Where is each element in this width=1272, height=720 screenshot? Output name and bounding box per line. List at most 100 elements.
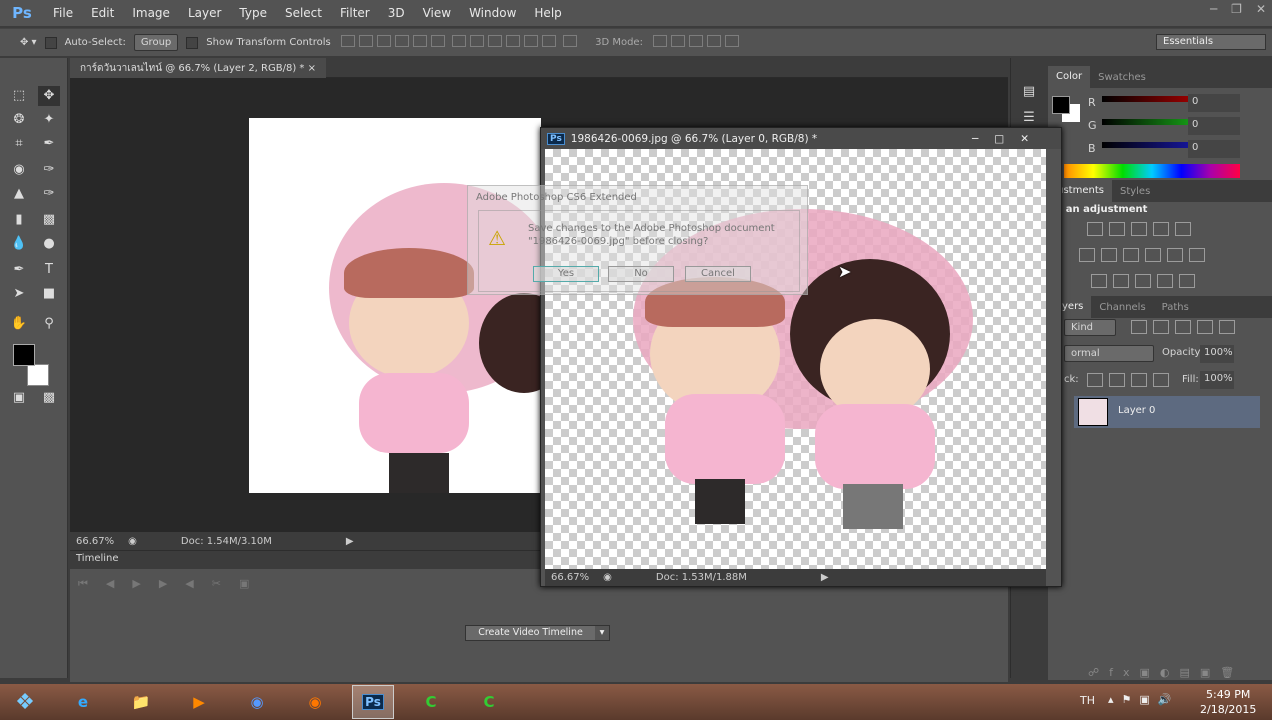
- lasso-tool-icon[interactable]: ❂: [8, 110, 30, 130]
- tab-swatches[interactable]: Swatches: [1090, 72, 1154, 83]
- lock-icons[interactable]: [1084, 373, 1172, 390]
- background-color-swatch[interactable]: [27, 364, 49, 386]
- menu-layer[interactable]: Layer: [179, 6, 230, 20]
- menu-help[interactable]: Help: [525, 6, 570, 20]
- tray-icons[interactable]: ▴⚑▣🔊: [1108, 693, 1179, 706]
- blend-mode-select[interactable]: ormal: [1064, 345, 1154, 362]
- menu-3d[interactable]: 3D: [379, 6, 414, 20]
- history-brush-icon[interactable]: ✑: [38, 184, 60, 204]
- tab-color[interactable]: Color: [1048, 66, 1091, 88]
- floating-window-controls[interactable]: ─□✕: [972, 133, 1045, 145]
- status-menu-icon[interactable]: ◉: [128, 536, 137, 547]
- floating-window-titlebar[interactable]: Ps 1986426-0069.jpg @ 66.7% (Layer 0, RG…: [541, 128, 1061, 149]
- b-value[interactable]: 0: [1188, 140, 1240, 158]
- status-arrow-icon[interactable]: ▶: [346, 536, 354, 547]
- close-tab-icon[interactable]: ×: [308, 63, 316, 74]
- firefox-icon[interactable]: ◉: [294, 685, 336, 719]
- layer-footer-icons[interactable]: ☍fx▣◐▤▣🗑: [1088, 666, 1244, 679]
- r-value[interactable]: 0: [1188, 94, 1240, 112]
- camtasia-recorder-icon[interactable]: C: [468, 685, 510, 719]
- adjustment-icons-row1[interactable]: [1084, 222, 1194, 239]
- chevron-down-icon[interactable]: ▾: [595, 626, 609, 640]
- g-value[interactable]: 0: [1188, 117, 1240, 135]
- language-indicator[interactable]: TH: [1080, 694, 1095, 707]
- media-player-icon[interactable]: ▶: [178, 685, 220, 719]
- blur-icon[interactable]: 💧: [8, 234, 30, 254]
- color-fg-swatch[interactable]: [1052, 96, 1070, 114]
- dodge-icon[interactable]: ●: [38, 234, 60, 254]
- status-menu-icon[interactable]: ◉: [603, 572, 612, 583]
- screen-mode-icon[interactable]: ▩: [38, 388, 60, 408]
- menu-image[interactable]: Image: [123, 6, 179, 20]
- path-select-icon[interactable]: ➤: [8, 284, 30, 304]
- document-tab[interactable]: การ์ดวันวาเลนไทน์ @ 66.7% (Layer 2, RGB/…: [70, 58, 326, 78]
- menu-window[interactable]: Window: [460, 6, 525, 20]
- color-spectrum-bar[interactable]: [1064, 164, 1240, 178]
- properties-panel-icon[interactable]: ☰: [1018, 108, 1040, 128]
- tab-styles[interactable]: Styles: [1112, 186, 1158, 197]
- crop-tool-icon[interactable]: ⌗: [8, 134, 30, 154]
- yes-button[interactable]: Yes: [533, 266, 599, 282]
- show-transform-checkbox[interactable]: [186, 36, 199, 49]
- gradient-icon[interactable]: ▩: [38, 210, 60, 230]
- 3d-mode-label: 3D Mode:: [595, 37, 643, 48]
- menu-filter[interactable]: Filter: [331, 6, 379, 20]
- clock[interactable]: 5:49 PM 2/18/2015: [1200, 687, 1256, 717]
- menu-select[interactable]: Select: [276, 6, 331, 20]
- menu-file[interactable]: File: [44, 6, 82, 20]
- restore-icon[interactable]: ❐: [1231, 2, 1242, 16]
- clone-stamp-icon[interactable]: ▲: [8, 184, 30, 204]
- photoshop-taskbar-icon[interactable]: Ps: [352, 685, 394, 719]
- move-tool-icon[interactable]: ✥: [38, 86, 60, 106]
- window-controls: ─ ❐ ✕: [1210, 2, 1266, 16]
- no-button[interactable]: No: [608, 266, 674, 282]
- layer-filter-icons[interactable]: [1128, 320, 1238, 337]
- document-canvas[interactable]: [249, 118, 541, 493]
- layer-row[interactable]: Layer 0: [1074, 396, 1260, 428]
- auto-select-checkbox[interactable]: [44, 36, 57, 49]
- 3d-mode-icons[interactable]: [651, 35, 741, 50]
- eyedropper-icon[interactable]: ✒: [38, 134, 60, 154]
- zoom-level[interactable]: 66.67%: [76, 536, 114, 547]
- adjustment-icons-row3[interactable]: [1088, 274, 1198, 291]
- create-video-timeline-button[interactable]: Create Video Timeline ▾: [465, 625, 610, 641]
- tab-channels[interactable]: Channels: [1091, 302, 1153, 313]
- group-select[interactable]: Group: [133, 34, 179, 51]
- pen-tool-icon[interactable]: ✒: [8, 260, 30, 280]
- zoom-level[interactable]: 66.67%: [551, 572, 589, 583]
- opacity-input[interactable]: 100%: [1200, 345, 1234, 363]
- brush-tool-icon[interactable]: ✑: [38, 160, 60, 180]
- cancel-button[interactable]: Cancel: [685, 266, 751, 282]
- menu-type[interactable]: Type: [230, 6, 276, 20]
- layer-name[interactable]: Layer 0: [1118, 405, 1155, 416]
- layer-kind-filter[interactable]: Kind: [1064, 319, 1116, 336]
- history-panel-icon[interactable]: ▤: [1018, 82, 1040, 102]
- document-tab-title: การ์ดวันวาเลนไทน์ @ 66.7% (Layer 2, RGB/…: [80, 63, 305, 74]
- menu-edit[interactable]: Edit: [82, 6, 123, 20]
- minimize-icon[interactable]: ─: [1210, 2, 1217, 16]
- align-icons[interactable]: [339, 35, 579, 50]
- marquee-tool-icon[interactable]: ⬚: [8, 86, 30, 106]
- healing-brush-icon[interactable]: ◉: [8, 160, 30, 180]
- camtasia-icon[interactable]: C: [410, 685, 452, 719]
- zoom-tool-icon[interactable]: ⚲: [38, 314, 60, 334]
- hand-tool-icon[interactable]: ✋: [8, 314, 30, 334]
- status-arrow-icon[interactable]: ▶: [821, 572, 829, 583]
- start-button-icon[interactable]: ❖: [4, 685, 46, 719]
- tab-paths[interactable]: Paths: [1154, 302, 1197, 313]
- explorer-icon[interactable]: 📁: [120, 685, 162, 719]
- rectangle-tool-icon[interactable]: ■: [38, 284, 60, 304]
- eraser-icon[interactable]: ▮: [8, 210, 30, 230]
- ie-icon[interactable]: e: [62, 685, 104, 719]
- workspace-select[interactable]: Essentials: [1156, 34, 1266, 50]
- menu-view[interactable]: View: [414, 6, 460, 20]
- fill-input[interactable]: 100%: [1200, 371, 1234, 389]
- quick-mask-icon[interactable]: ▣: [8, 388, 30, 408]
- hp-icon[interactable]: ◉: [236, 685, 278, 719]
- foreground-color-swatch[interactable]: [13, 344, 35, 366]
- adjustment-icons-row2[interactable]: [1076, 248, 1208, 265]
- close-icon[interactable]: ✕: [1256, 2, 1266, 16]
- type-tool-icon[interactable]: T: [38, 260, 60, 280]
- quick-select-icon[interactable]: ✦: [38, 110, 60, 130]
- move-tool-icon[interactable]: ✥ ▾: [20, 37, 37, 48]
